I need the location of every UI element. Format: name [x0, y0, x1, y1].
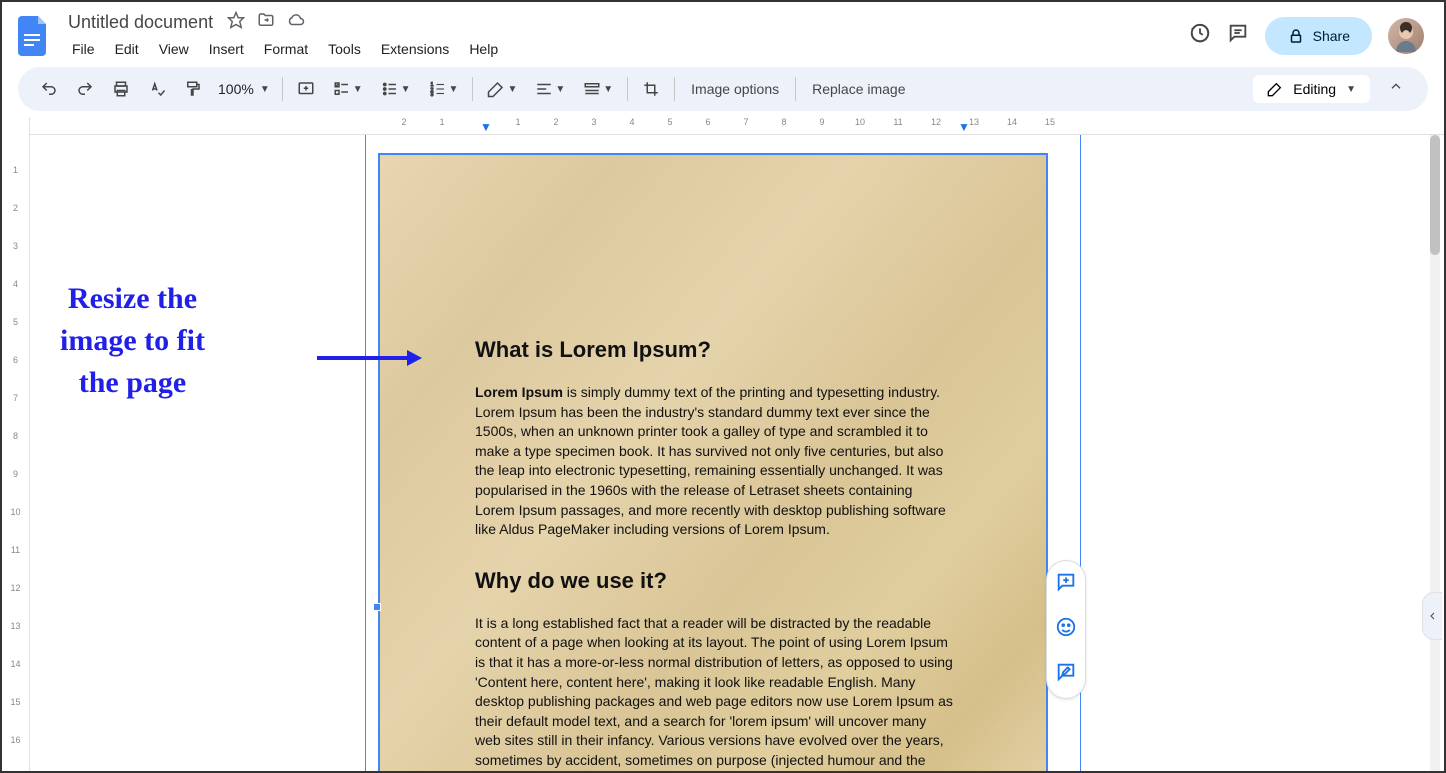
indent-marker-left[interactable]: ▼	[480, 120, 492, 134]
menu-tools[interactable]: Tools	[320, 37, 369, 61]
avatar[interactable]	[1388, 18, 1424, 54]
paint-format-button[interactable]	[176, 74, 210, 104]
horizontal-ruler: 21123456789101112131415 ▼ ▼	[30, 117, 1444, 135]
image-options-button[interactable]: Image options	[681, 75, 789, 103]
menu-bar: File Edit View Insert Format Tools Exten…	[64, 37, 1179, 61]
menu-help[interactable]: Help	[461, 37, 506, 61]
spellcheck-button[interactable]	[140, 74, 174, 104]
heading-1: What is Lorem Ipsum?	[475, 337, 955, 363]
editing-mode-select[interactable]: Editing ▼	[1253, 75, 1370, 103]
chevron-down-icon: ▼	[260, 84, 270, 95]
numbered-list-button[interactable]: 123▼	[421, 74, 467, 104]
suggest-edit-icon[interactable]	[1053, 659, 1079, 690]
share-button[interactable]: Share	[1265, 17, 1372, 55]
move-folder-icon[interactable]	[257, 11, 275, 34]
zoom-select[interactable]: 100% ▼	[212, 77, 276, 101]
add-comment-button[interactable]	[289, 74, 323, 104]
undo-button[interactable]	[32, 74, 66, 104]
redo-button[interactable]	[68, 74, 102, 104]
menu-format[interactable]: Format	[256, 37, 316, 61]
border-color-button[interactable]: ▼	[479, 74, 525, 104]
history-icon[interactable]	[1189, 22, 1211, 49]
document-canvas[interactable]: What is Lorem Ipsum? Lorem Ipsum is simp…	[30, 135, 1444, 771]
add-comment-rail-icon[interactable]	[1053, 569, 1079, 600]
zoom-value: 100%	[218, 81, 254, 97]
emoji-reaction-icon[interactable]	[1053, 614, 1079, 645]
menu-file[interactable]: File	[64, 37, 103, 61]
menu-extensions[interactable]: Extensions	[373, 37, 457, 61]
cloud-status-icon[interactable]	[287, 11, 305, 34]
scrollbar-thumb[interactable]	[1430, 135, 1440, 255]
replace-image-button[interactable]: Replace image	[802, 75, 915, 103]
print-button[interactable]	[104, 74, 138, 104]
sidebar-expand-handle[interactable]	[1422, 592, 1442, 640]
svg-text:3: 3	[430, 92, 433, 98]
checklist-button[interactable]: ▼	[325, 74, 371, 104]
selected-image[interactable]: What is Lorem Ipsum? Lorem Ipsum is simp…	[378, 153, 1048, 771]
comment-rail	[1046, 560, 1086, 699]
header: Untitled document File Edit View Insert …	[2, 2, 1444, 61]
star-icon[interactable]	[227, 11, 245, 34]
docs-logo[interactable]	[14, 16, 54, 56]
bullet-list-button[interactable]: ▼	[373, 74, 419, 104]
toolbar: 100% ▼ ▼ ▼ 123▼ ▼ ▼ ▼ Image options Repl…	[18, 67, 1428, 111]
pencil-icon	[1267, 81, 1283, 97]
resize-handle-left[interactable]	[373, 603, 381, 611]
menu-edit[interactable]: Edit	[107, 37, 147, 61]
chevron-down-icon: ▼	[1346, 84, 1356, 95]
align-button[interactable]: ▼	[527, 74, 573, 104]
line-spacing-button[interactable]: ▼	[575, 74, 621, 104]
document-content: What is Lorem Ipsum? Lorem Ipsum is simp…	[475, 337, 955, 771]
annotation-arrow	[312, 343, 422, 381]
lock-icon	[1287, 27, 1305, 45]
doc-title[interactable]: Untitled document	[64, 10, 217, 35]
menu-insert[interactable]: Insert	[201, 37, 252, 61]
share-label: Share	[1313, 28, 1350, 44]
menu-view[interactable]: View	[151, 37, 197, 61]
mode-label: Editing	[1293, 81, 1336, 97]
collapse-toolbar-button[interactable]	[1378, 73, 1414, 106]
annotation-text: Resize the image to fit the page	[60, 278, 205, 404]
paragraph-2: It is a long established fact that a rea…	[475, 614, 955, 771]
paragraph-1: Lorem Ipsum is simply dummy text of the …	[475, 383, 955, 540]
indent-marker-right[interactable]: ▼	[958, 120, 970, 134]
heading-2: Why do we use it?	[475, 568, 955, 594]
crop-button[interactable]	[634, 74, 668, 104]
vertical-ruler: 12345678910111213141516	[2, 117, 30, 771]
comments-icon[interactable]	[1227, 22, 1249, 49]
scrollbar-vertical[interactable]	[1430, 135, 1440, 771]
